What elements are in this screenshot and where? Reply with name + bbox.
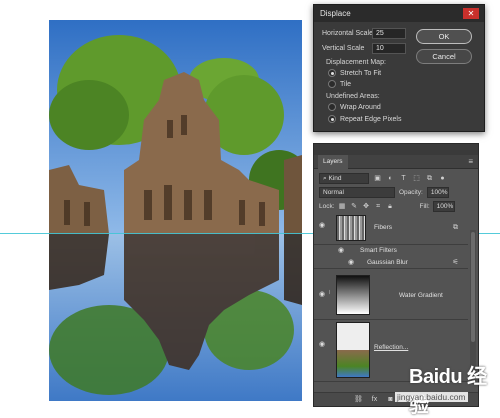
visibility-eye-icon[interactable]: ◉ xyxy=(319,291,327,298)
radio-selected-icon xyxy=(328,69,336,77)
visibility-eye-icon[interactable]: ◉ xyxy=(319,222,327,229)
filter-options-icon[interactable]: ⚟ xyxy=(451,258,460,267)
lock-transparent-icon[interactable]: ▦ xyxy=(338,202,347,211)
panel-tab-bar: Layers ≡ xyxy=(314,155,478,169)
blend-row: Normal Opacity: 100% xyxy=(319,187,449,198)
filter-row: ⌕ Kind ▣ ◐ T ⬚ ⧉ ● xyxy=(319,173,447,184)
vertical-scale-label: Vertical Scale xyxy=(322,45,365,52)
tab-layers[interactable]: Layers xyxy=(318,155,348,169)
dialog-title: Displace xyxy=(320,9,351,18)
filter-kind-value: Kind xyxy=(328,175,342,182)
filter-kind-select[interactable]: ⌕ Kind xyxy=(319,173,369,184)
lock-artboard-icon[interactable]: ⌗ xyxy=(374,202,383,211)
fx-icon[interactable]: fx xyxy=(370,395,379,404)
lock-row: Lock: ▦ ✎ ✥ ⌗ 🔒︎ Fill: 100% xyxy=(319,201,455,212)
type-filter-icon[interactable]: T xyxy=(399,174,408,183)
radio-wrap-around[interactable]: Wrap Around xyxy=(328,103,381,111)
canvas-photo xyxy=(49,20,302,401)
lock-label: Lock: xyxy=(319,203,335,210)
vertical-scale-input[interactable]: 10 xyxy=(372,43,406,54)
scrollbar-thumb[interactable] xyxy=(471,232,475,342)
layer-name: Reflection... xyxy=(374,344,409,351)
horizontal-scale-input[interactable]: 25 xyxy=(372,28,406,39)
radio-stretch-to-fit[interactable]: Stretch To Fit xyxy=(328,69,381,77)
radio-tile[interactable]: Tile xyxy=(328,80,351,88)
smart-filters-label: Smart Filters xyxy=(360,247,397,254)
link-chain-icon: ⧘ xyxy=(329,290,331,296)
shape-filter-icon[interactable]: ⬚ xyxy=(412,174,421,183)
link-layers-icon[interactable]: ⛓ xyxy=(354,395,363,404)
dialog-titlebar: Displace ✕ xyxy=(314,5,484,22)
displacement-map-heading: Displacement Map: xyxy=(326,59,386,66)
layer-mask-thumbnail xyxy=(336,275,370,315)
radio-selected-icon xyxy=(328,115,336,123)
pixel-filter-icon[interactable]: ▣ xyxy=(373,174,382,183)
visibility-eye-icon[interactable]: ◉ xyxy=(338,247,346,254)
radio-label: Repeat Edge Pixels xyxy=(340,115,402,123)
layer-thumbnail xyxy=(336,215,366,241)
visibility-eye-icon[interactable]: ◉ xyxy=(348,259,356,266)
smart-filters-row[interactable]: ◉ Smart Filters xyxy=(314,245,468,257)
layer-water-gradient[interactable]: ◉ ⧘ Water Gradient xyxy=(314,270,468,320)
displace-dialog: Displace ✕ Horizontal Scale 25 Vertical … xyxy=(313,4,485,132)
adjustment-filter-icon[interactable]: ◐ xyxy=(386,174,395,183)
filter-toggle-icon[interactable]: ● xyxy=(438,174,447,183)
lock-move-icon[interactable]: ✥ xyxy=(362,202,371,211)
radio-label: Wrap Around xyxy=(340,103,381,111)
fill-input[interactable]: 100% xyxy=(432,201,455,212)
cancel-button[interactable]: Cancel xyxy=(416,49,472,64)
ok-button[interactable]: OK xyxy=(416,29,472,44)
watermark-url: jingyan.baidu.com xyxy=(395,392,468,402)
horizontal-scale-label: Horizontal Scale xyxy=(322,30,373,37)
radio-unselected-icon xyxy=(328,80,336,88)
visibility-eye-icon[interactable]: ◉ xyxy=(319,341,327,348)
panel-menu-icon[interactable]: ≡ xyxy=(468,158,473,166)
filter-name: Gaussian Blur xyxy=(367,259,408,266)
blend-mode-select[interactable]: Normal xyxy=(319,187,395,198)
watermark: Baidu 经验 jingyan.baidu.com xyxy=(393,354,491,417)
layer-fibers[interactable]: ◉ Fibers ⧉ xyxy=(314,212,468,245)
lock-all-icon[interactable]: 🔒︎ xyxy=(386,202,395,211)
opacity-input[interactable]: 100% xyxy=(426,187,449,198)
radio-unselected-icon xyxy=(328,103,336,111)
opacity-label: Opacity: xyxy=(399,189,423,196)
smart-object-icon: ⧉ xyxy=(453,224,458,231)
layer-name: Fibers xyxy=(374,224,393,231)
radio-label: Tile xyxy=(340,80,352,88)
radio-label: Stretch To Fit xyxy=(340,69,382,77)
layer-thumbnail xyxy=(336,322,370,378)
temple-reflection-image xyxy=(49,20,302,401)
undefined-areas-heading: Undefined Areas: xyxy=(326,93,380,100)
panel-header-bar xyxy=(314,144,478,155)
layer-name: Water Gradient xyxy=(399,292,443,299)
close-icon[interactable]: ✕ xyxy=(463,8,479,19)
gaussian-blur-row[interactable]: ◉ Gaussian Blur ⚟ xyxy=(314,257,468,269)
smart-object-filter-icon[interactable]: ⧉ xyxy=(425,174,434,183)
radio-repeat-edge-pixels[interactable]: Repeat Edge Pixels xyxy=(328,115,401,123)
lock-paint-icon[interactable]: ✎ xyxy=(350,202,359,211)
fill-label: Fill: xyxy=(419,203,430,210)
watermark-logo-text: Baidu 经验 xyxy=(409,366,487,417)
